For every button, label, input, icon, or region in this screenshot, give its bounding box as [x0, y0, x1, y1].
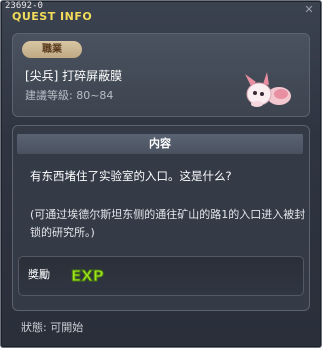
- pink-creature-icon: [245, 72, 291, 107]
- reward-label: 獎勵: [28, 268, 50, 281]
- exp-text: EXP: [71, 267, 104, 285]
- quest-content-panel: 内容 有东西堵住了实验室的入口。这是什么? (可通过埃德尔斯坦东侧的通往矿山的路…: [12, 125, 310, 311]
- quest-description: 有东西堵住了实验室的入口。这是什么?: [30, 169, 232, 183]
- job-badge: 職業: [22, 41, 82, 58]
- recommended-level: 建議等級: 80~84: [25, 89, 114, 102]
- content-heading: 内容: [17, 134, 303, 154]
- window-title: QUEST INFO: [12, 10, 93, 23]
- exp-icon: EXP: [71, 267, 105, 286]
- quest-hint: (可通过埃德尔斯坦东侧的通往矿山的路1的入口进入被封锁的研究所。): [30, 208, 306, 239]
- quest-info-window: 23692-0 QUEST INFO ✕ 職業 [尖兵] 打碎屏蔽膜 建議等級:…: [0, 0, 322, 348]
- quest-status: 狀態: 可開始: [21, 321, 84, 334]
- close-icon[interactable]: ✕: [303, 4, 315, 16]
- quest-header-card: 職業 [尖兵] 打碎屏蔽膜 建議等級: 80~84: [12, 33, 310, 117]
- reward-box: 獎勵 EXP: [18, 256, 304, 296]
- quest-name: [尖兵] 打碎屏蔽膜: [25, 69, 123, 83]
